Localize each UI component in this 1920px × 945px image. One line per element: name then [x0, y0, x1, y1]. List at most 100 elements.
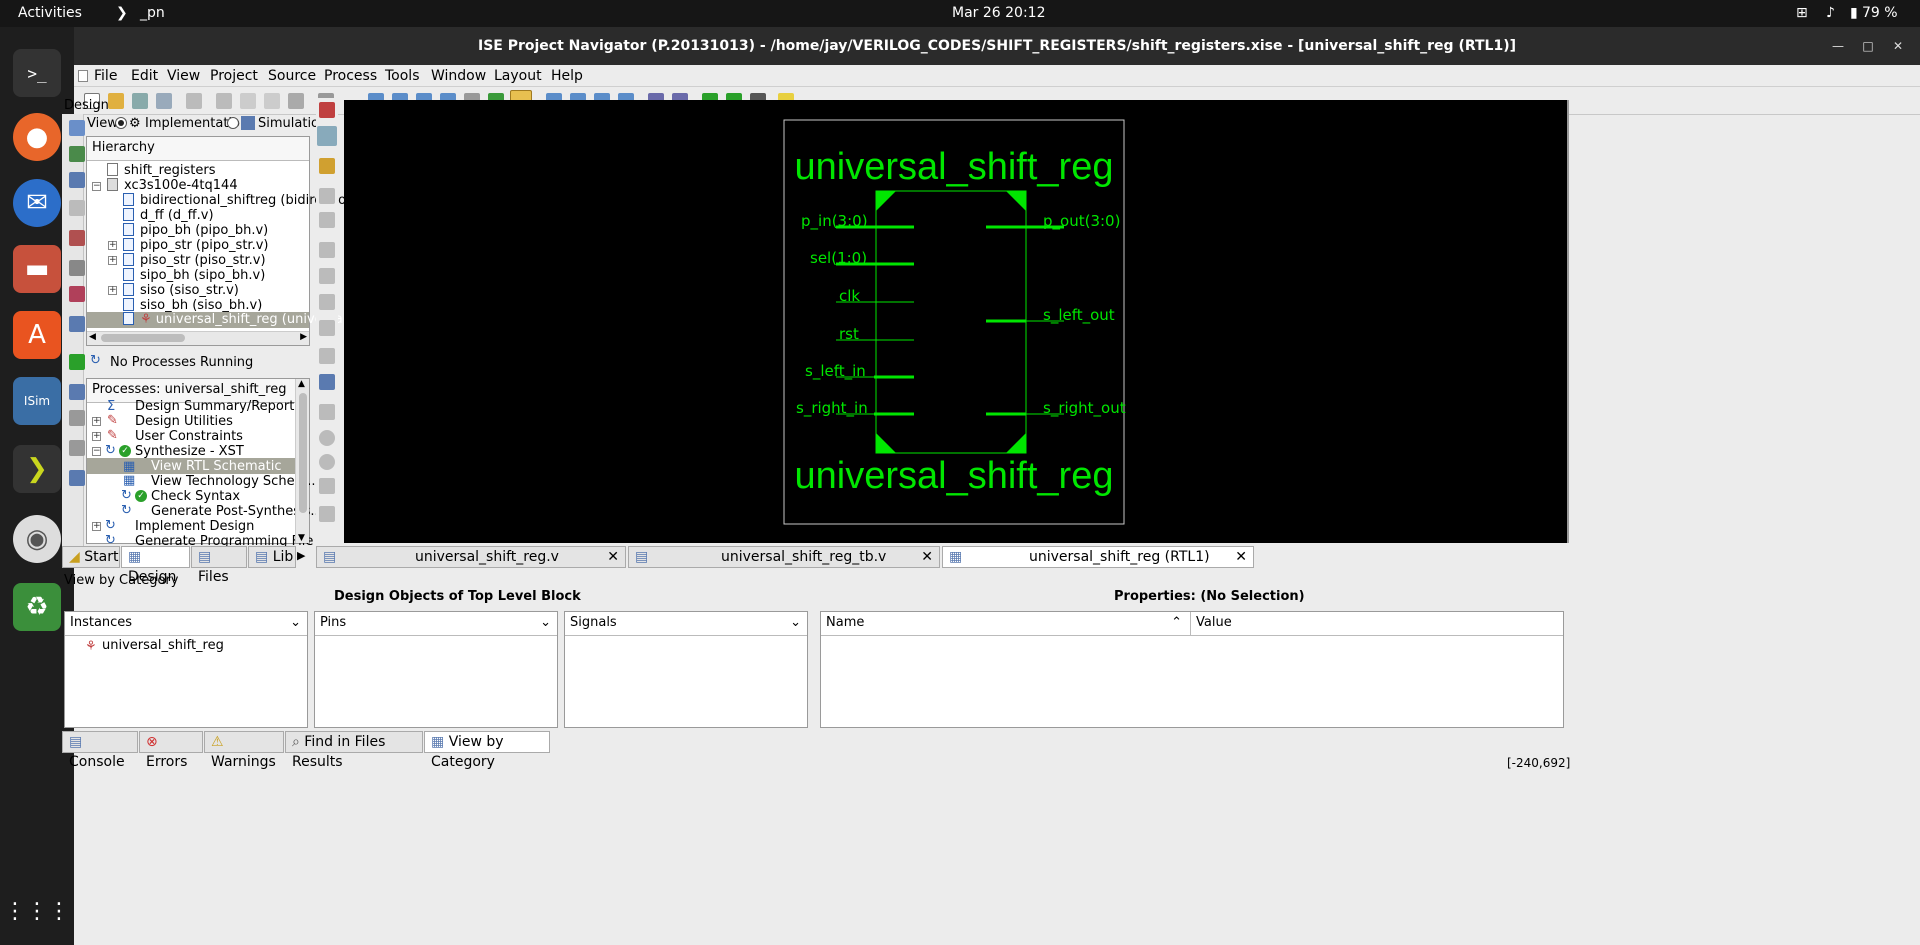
- select-tool-icon[interactable]: [319, 102, 335, 118]
- hierarchy-item-siso-bh[interactable]: siso_bh (siso_bh.v): [123, 298, 262, 313]
- expand-icon[interactable]: +: [92, 432, 101, 441]
- delete-icon[interactable]: [288, 93, 304, 109]
- pins-header[interactable]: Pins ⌄: [315, 612, 557, 636]
- volume-icon[interactable]: ♪: [1826, 5, 1835, 21]
- close-icon[interactable]: ✕: [1890, 38, 1906, 54]
- simulation-radio[interactable]: [227, 117, 239, 129]
- expand-icon[interactable]: +: [108, 286, 117, 295]
- menu-file[interactable]: File: [94, 68, 117, 84]
- pins-list[interactable]: Pins ⌄: [314, 611, 558, 728]
- app-name[interactable]: _pn: [140, 5, 165, 21]
- save-all-icon[interactable]: [156, 93, 172, 109]
- rtl-schematic-canvas[interactable]: universal_shift_reg universal_shift_reg …: [344, 100, 1567, 543]
- side-hierarchy-icon[interactable]: [69, 200, 85, 216]
- hierarchy-item-sipo-bh[interactable]: sipo_bh (sipo_bh.v): [123, 268, 265, 283]
- hierarchy-item-device[interactable]: xc3s100e-4tq144: [107, 178, 238, 193]
- instances-header[interactable]: Instances ⌄: [65, 612, 307, 636]
- tabs-scroll-right-icon[interactable]: ▶: [297, 549, 305, 562]
- hierarchy-item-pipo-bh[interactable]: pipo_bh (pipo_bh.v): [123, 223, 268, 238]
- clock[interactable]: Mar 26 20:12: [952, 5, 1045, 21]
- tab-libraries[interactable]: ▤ Lib: [248, 546, 296, 568]
- hierarchy-hscrollbar[interactable]: ◀ ▶: [87, 331, 309, 345]
- expand-icon[interactable]: +: [92, 522, 101, 531]
- thunderbird-icon[interactable]: ✉: [13, 179, 61, 227]
- properties-table[interactable]: Name ⌃ Value: [820, 611, 1564, 728]
- collapse-tool-icon[interactable]: [319, 212, 335, 228]
- doc-tab-testbench[interactable]: ▤ universal_shift_reg_tb.v ✕: [628, 546, 940, 568]
- side-add-copy-icon[interactable]: [69, 172, 85, 188]
- doc-tab-verilog[interactable]: ▤ universal_shift_reg.v ✕: [316, 546, 626, 568]
- side-add-source-icon[interactable]: [69, 146, 85, 162]
- instance-item[interactable]: universal_shift_reg: [102, 638, 224, 653]
- menu-layout[interactable]: Layout: [494, 68, 542, 84]
- print-icon[interactable]: [186, 93, 202, 109]
- close-tab-icon[interactable]: ✕: [921, 547, 933, 567]
- side-properties-icon[interactable]: [69, 260, 85, 276]
- software-icon[interactable]: A: [13, 311, 61, 359]
- tab-errors[interactable]: ⊗ Errors: [139, 731, 203, 770]
- hierarchy-item-piso-str[interactable]: piso_str (piso_str.v): [123, 253, 266, 268]
- hierarchy-item-universal-shift-reg[interactable]: ⚘ universal_shift_reg (universal: [123, 312, 346, 327]
- side-table-icon[interactable]: [69, 316, 85, 332]
- collapse-icon[interactable]: −: [92, 447, 101, 456]
- expand-icon[interactable]: +: [92, 417, 101, 426]
- hierarchy-item-siso[interactable]: siso (siso_str.v): [123, 283, 239, 298]
- process-check-syntax[interactable]: Check Syntax: [151, 489, 240, 504]
- copy-icon[interactable]: [240, 93, 256, 109]
- side-check-icon[interactable]: [69, 286, 85, 302]
- tab-find-in-files[interactable]: ⌕ Find in Files Results: [285, 731, 423, 770]
- tab-console[interactable]: ▤ Console: [62, 731, 138, 770]
- tab-warnings[interactable]: ⚠ Warnings: [204, 731, 284, 770]
- tool-icon[interactable]: [319, 320, 335, 336]
- expand-icon[interactable]: +: [108, 241, 117, 250]
- menu-window[interactable]: Window: [431, 68, 486, 84]
- side-process-icon[interactable]: [69, 384, 85, 400]
- firefox-icon[interactable]: ●: [13, 113, 61, 161]
- menu-source[interactable]: Source: [268, 68, 316, 84]
- menu-view[interactable]: View: [167, 68, 200, 84]
- signals-list[interactable]: Signals ⌄: [564, 611, 808, 728]
- side-remove-icon[interactable]: [69, 230, 85, 246]
- app-grid-icon[interactable]: ⋮⋮⋮: [4, 887, 70, 935]
- terminal-icon[interactable]: >_: [13, 49, 61, 97]
- maximize-icon[interactable]: □: [1860, 38, 1876, 54]
- process-design-utilities[interactable]: Design Utilities: [135, 414, 233, 429]
- menu-process[interactable]: Process: [324, 68, 377, 84]
- open-icon[interactable]: [108, 93, 124, 109]
- expand-tool-icon[interactable]: [319, 188, 335, 204]
- side-run-icon[interactable]: [69, 354, 85, 370]
- activities-button[interactable]: Activities: [18, 5, 82, 21]
- hierarchy-item-dff[interactable]: d_ff (d_ff.v): [123, 208, 214, 223]
- properties-name-header[interactable]: Name ⌃: [821, 612, 1191, 636]
- side-rerun-icon[interactable]: [69, 410, 85, 426]
- menu-help[interactable]: Help: [551, 68, 583, 84]
- add-wire-icon[interactable]: [317, 126, 337, 146]
- implementation-label[interactable]: Implementatio: [145, 116, 240, 131]
- tool-icon[interactable]: [319, 268, 335, 284]
- save-icon[interactable]: [132, 93, 148, 109]
- hierarchy-item-pipo-str[interactable]: pipo_str (pipo_str.v): [123, 238, 268, 253]
- process-design-summary[interactable]: Design Summary/Reports: [135, 399, 301, 414]
- network-icon[interactable]: ⊞: [1796, 5, 1808, 21]
- disc-icon[interactable]: ◉: [13, 515, 61, 563]
- instances-list[interactable]: Instances ⌄ ⚘ universal_shift_reg: [64, 611, 308, 728]
- tool-icon[interactable]: [319, 242, 335, 258]
- process-implement[interactable]: Implement Design: [135, 519, 254, 534]
- tool-icon[interactable]: [319, 506, 335, 522]
- paste-icon[interactable]: [264, 93, 280, 109]
- implementation-radio[interactable]: [115, 117, 127, 129]
- text-tool-icon[interactable]: [319, 374, 335, 390]
- ise-icon[interactable]: ❯: [13, 445, 61, 493]
- tool-icon[interactable]: [319, 404, 335, 420]
- menu-tools[interactable]: Tools: [385, 68, 420, 84]
- tab-files[interactable]: ▤ Files: [191, 546, 247, 585]
- collapse-icon[interactable]: −: [92, 182, 101, 191]
- doc-tab-rtl[interactable]: ▦ universal_shift_reg (RTL1) ✕: [942, 546, 1254, 568]
- menu-project[interactable]: Project: [210, 68, 258, 84]
- close-tab-icon[interactable]: ✕: [607, 547, 619, 567]
- app-menu-icon[interactable]: ❯: [116, 5, 128, 21]
- process-synthesize[interactable]: Synthesize - XST: [135, 444, 244, 459]
- properties-value-header[interactable]: Value: [1191, 612, 1563, 636]
- simulation-label[interactable]: Simulatio: [258, 116, 319, 131]
- tool-icon[interactable]: [319, 348, 335, 364]
